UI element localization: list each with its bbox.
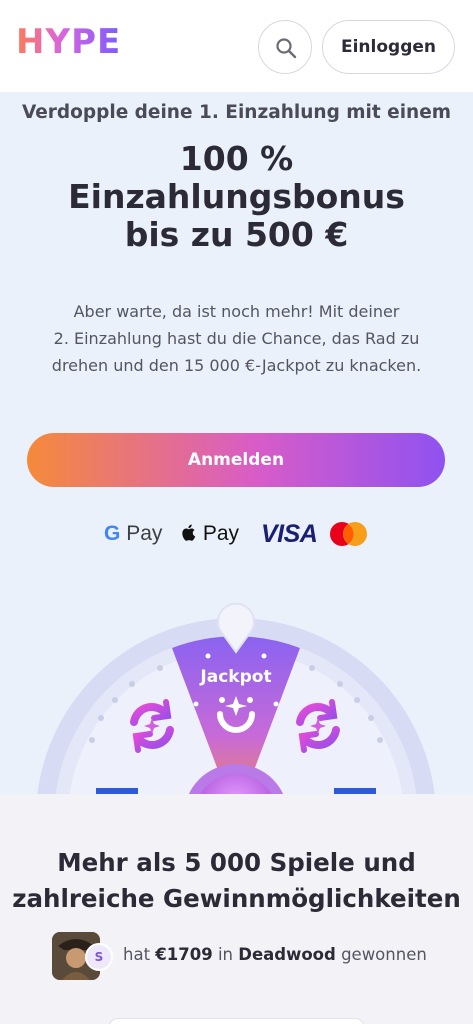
google-pay-icon: G Pay (104, 522, 162, 546)
promo-title-line: bis zu 500 € (124, 215, 349, 254)
bottom-pill[interactable] (108, 1018, 365, 1024)
wheel-graphic: Jackpot (37, 602, 435, 794)
promo-description: Aber warte, da ist noch mehr! Mit deiner… (30, 298, 443, 379)
promo-description-line: drehen und den 15 000 €-Jackpot zu knack… (51, 356, 422, 375)
promo-description-line: 2. Einzahlung hast du die Chance, das Ra… (53, 329, 420, 348)
win-game-name: Deadwood (238, 945, 336, 964)
visa-icon: VISA (261, 520, 318, 548)
google-pay-text: Pay (126, 522, 163, 545)
games-title: Mehr als 5 000 Spiele und zahlreiche Gew… (0, 845, 473, 917)
promo-title: 100 % Einzahlungsbonus bis zu 500 € (0, 140, 473, 254)
hype-logo[interactable]: HYPE (16, 22, 121, 62)
win-prefix: hat (123, 945, 151, 964)
win-suffix: gewonnen (341, 945, 427, 964)
win-mid: in (217, 945, 233, 964)
top-header: HYPE Einloggen (0, 0, 473, 92)
games-title-line: Mehr als 5 000 Spiele und (57, 848, 416, 877)
jackpot-label: Jackpot (199, 667, 271, 687)
search-button[interactable] (258, 20, 312, 74)
search-icon (276, 38, 297, 59)
promo-description-line: Aber warte, da ist noch mehr! Mit deiner (73, 302, 400, 321)
register-button[interactable]: Anmelden (27, 433, 445, 487)
login-button[interactable]: Einloggen (322, 20, 455, 74)
recent-win-text: hat €1709 in Deadwood gewonnen (123, 945, 427, 964)
games-title-line: zahlreiche Gewinnmöglichkeiten (12, 884, 461, 913)
mastercard-icon (330, 522, 367, 546)
apple-pay-icon: Pay (181, 522, 239, 546)
promo-title-line: 100 % (179, 139, 294, 178)
bonus-wheel: Jackpot (0, 596, 473, 794)
promo-title-line: Einzahlungsbonus (68, 177, 405, 216)
win-amount: €1709 (155, 945, 213, 964)
google-g-glyph: G (104, 522, 121, 545)
apple-logo-icon (182, 524, 196, 541)
payment-methods: G Pay Pay VISA (0, 517, 473, 553)
user-avatar: S (85, 943, 113, 971)
apple-pay-text: Pay (202, 522, 240, 545)
recent-win-item[interactable]: S hat €1709 in Deadwood gewonnen (52, 932, 432, 980)
promo-intro: Verdopple deine 1. Einzahlung mit einem (21, 102, 452, 123)
